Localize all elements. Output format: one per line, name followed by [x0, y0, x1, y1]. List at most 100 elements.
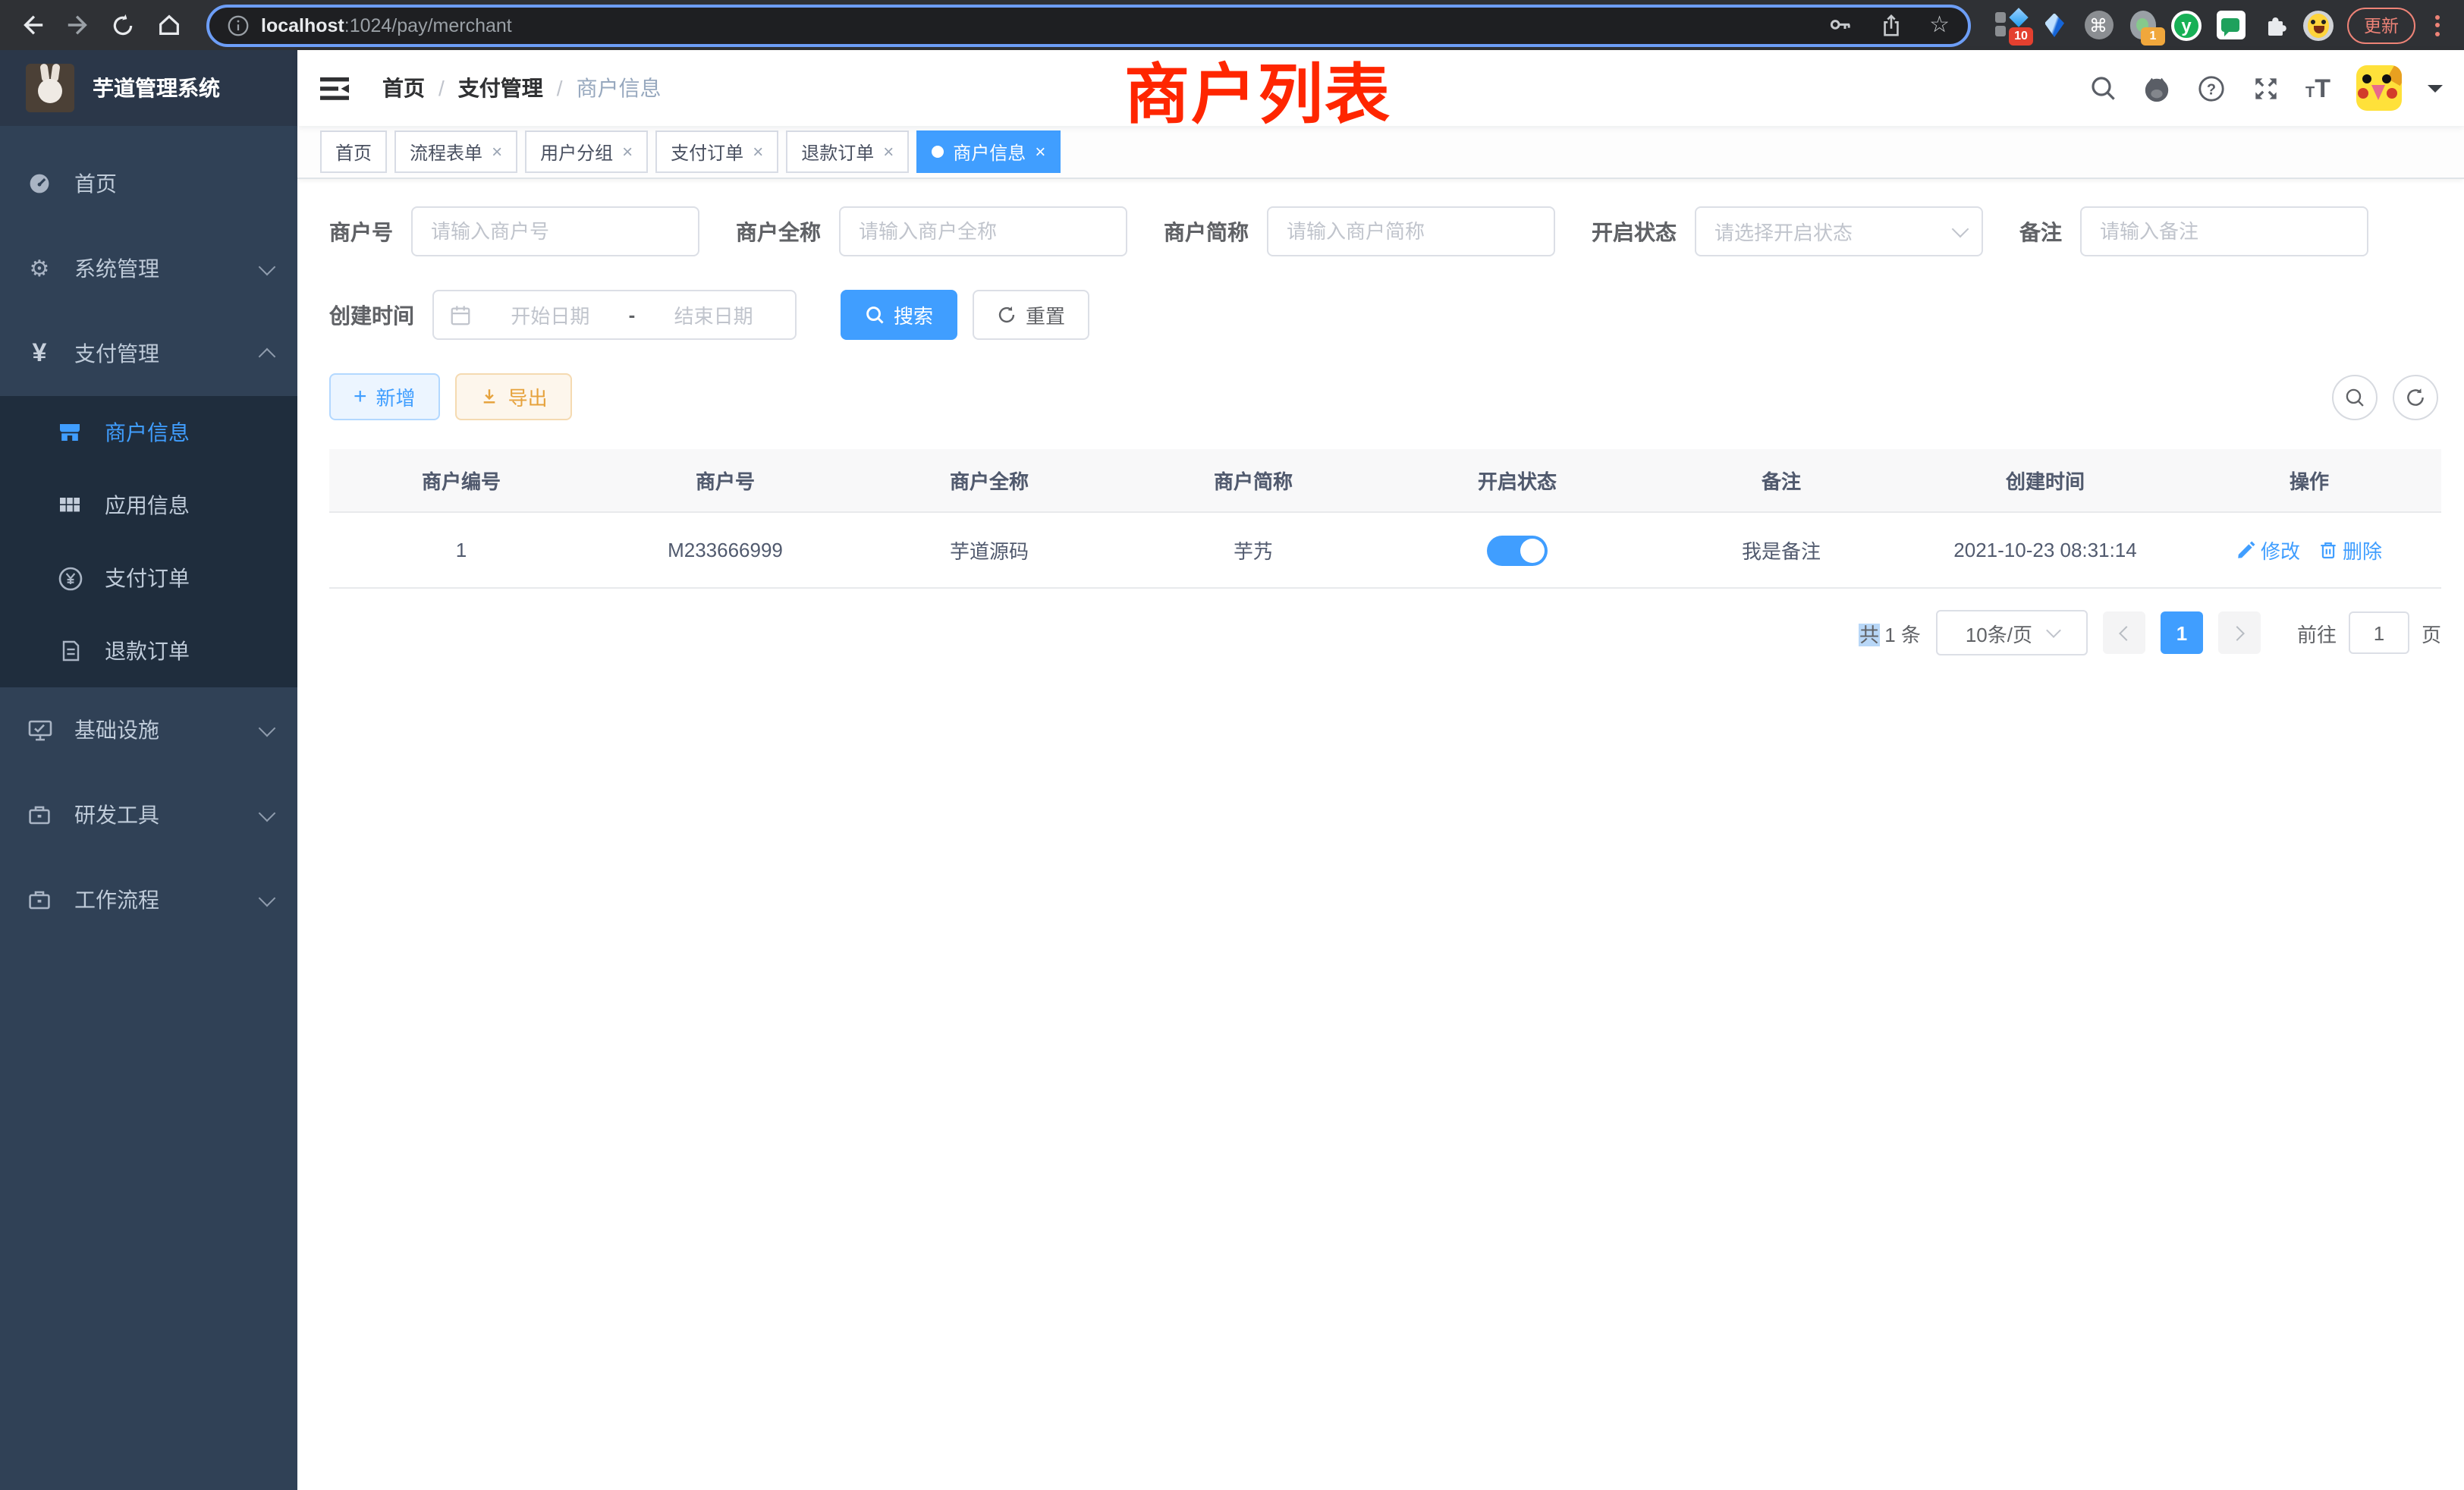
plus-icon: +	[354, 385, 367, 408]
page-content: 商户号 商户全称 商户简称 开启状态 请选择开启状态	[297, 179, 2464, 1490]
extension-command-icon[interactable]: ⌘	[2083, 10, 2114, 40]
chevron-down-icon	[259, 258, 276, 275]
page-info-icon[interactable]	[228, 14, 249, 36]
tab-user-group[interactable]: 用户分组 ×	[525, 130, 648, 173]
next-page-button[interactable]	[2218, 611, 2261, 654]
column-header: 商户简称	[1121, 466, 1385, 495]
sidebar-item-label: 工作流程	[74, 885, 240, 915]
sidebar-item-home[interactable]: 首页	[0, 141, 297, 226]
extension-recorder-icon[interactable]: 1	[2127, 10, 2158, 40]
short-name-label: 商户简称	[1164, 216, 1249, 247]
table-row: 1 M233666999 芋道源码 芋艿 我是备注 2021-10-23 08:…	[329, 513, 2441, 589]
sidebar-item-label: 基础设施	[74, 715, 240, 745]
status-toggle[interactable]	[1487, 535, 1548, 565]
tab-label: 用户分组	[540, 139, 613, 165]
page-size-select[interactable]: 10条/页	[1936, 610, 2088, 655]
sidebar-item-workflow[interactable]: 工作流程	[0, 857, 297, 942]
remark-label: 备注	[2019, 216, 2062, 247]
password-key-icon[interactable]	[1828, 13, 1852, 37]
current-page-button[interactable]: 1	[2161, 611, 2203, 654]
toggle-search-button[interactable]	[2332, 374, 2378, 420]
tab-pay-order[interactable]: 支付订单 ×	[655, 130, 778, 173]
close-icon[interactable]: ×	[1035, 143, 1045, 161]
share-icon[interactable]	[1879, 13, 1902, 37]
sidebar-item-app-info[interactable]: 应用信息	[0, 469, 297, 542]
sidebar-fold-button[interactable]	[320, 75, 349, 101]
url-bar[interactable]: localhost:1024/pay/merchant ☆	[206, 4, 1971, 46]
sidebar-item-system[interactable]: ⚙ 系统管理	[0, 226, 297, 311]
sidebar-item-infrastructure[interactable]: 基础设施	[0, 687, 297, 772]
tab-process-form[interactable]: 流程表单 ×	[394, 130, 517, 173]
monitor-icon	[26, 718, 53, 742]
close-icon[interactable]: ×	[753, 143, 763, 161]
extension-chat-icon[interactable]	[2215, 10, 2246, 40]
browser-reload-button[interactable]	[103, 5, 143, 45]
status-select[interactable]: 请选择开启状态	[1695, 206, 1983, 256]
merchant-table: 商户编号 商户号 商户全称 商户简称 开启状态 备注 创建时间 操作 1 M23…	[329, 449, 2441, 589]
end-date-placeholder[interactable]: 结束日期	[647, 300, 780, 329]
extensions-puzzle-icon[interactable]	[2259, 10, 2290, 40]
close-icon[interactable]: ×	[883, 143, 894, 161]
prev-page-button[interactable]	[2103, 611, 2145, 654]
full-name-input[interactable]	[839, 206, 1127, 256]
help-icon[interactable]: ?	[2196, 74, 2225, 102]
home-icon	[156, 12, 181, 38]
payment-submenu: 商户信息 应用信息 支付订单	[0, 396, 297, 687]
breadcrumb-home[interactable]: 首页	[382, 73, 425, 103]
tab-merchant-info[interactable]: 商户信息 ×	[916, 130, 1061, 173]
export-button[interactable]: 导出	[455, 373, 572, 420]
browser-menu-icon[interactable]	[2429, 14, 2446, 36]
extension-badge: 1	[2141, 27, 2165, 45]
sidebar-item-payment[interactable]: ¥ 支付管理	[0, 311, 297, 396]
column-header: 备注	[1649, 466, 1913, 495]
goto-page-input[interactable]	[2349, 611, 2409, 654]
merchant-no-input[interactable]	[411, 206, 699, 256]
bookmark-star-icon[interactable]: ☆	[1929, 14, 1950, 36]
sidebar-item-merchant-info[interactable]: 商户信息	[0, 396, 297, 469]
delete-link[interactable]: 删除	[2318, 536, 2382, 564]
sidebar-item-label: 研发工具	[74, 800, 240, 830]
sidebar-item-label: 系统管理	[74, 253, 240, 284]
chevron-down-icon	[259, 804, 276, 822]
font-size-icon[interactable]: TT	[2305, 75, 2330, 101]
start-date-placeholder[interactable]: 开始日期	[484, 300, 617, 329]
close-icon[interactable]: ×	[492, 143, 502, 161]
sidebar-logo[interactable]: 芋道管理系统	[0, 50, 297, 126]
active-tab-dot	[932, 146, 944, 158]
browser-update-button[interactable]: 更新	[2347, 7, 2415, 43]
header-search-icon[interactable]	[2088, 74, 2116, 102]
browser-home-button[interactable]	[149, 5, 188, 45]
create-time-range-picker[interactable]: 开始日期 - 结束日期	[432, 290, 797, 340]
storefront-icon	[56, 420, 83, 445]
github-icon[interactable]	[2142, 74, 2170, 102]
fullscreen-icon[interactable]	[2251, 74, 2280, 102]
breadcrumb-payment[interactable]: 支付管理	[458, 73, 543, 103]
sidebar-item-label: 支付管理	[74, 338, 240, 369]
cell-create-time: 2021-10-23 08:31:14	[1913, 539, 2177, 561]
avatar-dropdown-caret[interactable]	[2428, 84, 2443, 99]
user-avatar[interactable]	[2356, 65, 2402, 111]
browser-forward-button[interactable]	[58, 5, 97, 45]
search-button[interactable]: 搜索	[841, 290, 957, 340]
sidebar-item-pay-order[interactable]: 支付订单	[0, 542, 297, 615]
short-name-input[interactable]	[1267, 206, 1555, 256]
reset-button[interactable]: 重置	[973, 290, 1089, 340]
add-button[interactable]: + 新增	[329, 373, 440, 420]
close-icon[interactable]: ×	[622, 143, 633, 161]
extension-kite-icon[interactable]	[2039, 10, 2070, 40]
remark-input[interactable]	[2080, 206, 2368, 256]
url-text[interactable]: localhost:1024/pay/merchant	[261, 14, 1815, 36]
tab-home[interactable]: 首页	[320, 130, 387, 173]
extension-yuque-icon[interactable]: y	[2171, 10, 2202, 40]
browser-profile-avatar[interactable]	[2303, 10, 2334, 40]
refresh-table-button[interactable]	[2393, 374, 2438, 420]
extension-tester-icon[interactable]: 10	[1995, 10, 2026, 40]
browser-back-button[interactable]	[12, 5, 52, 45]
reload-icon	[111, 13, 135, 37]
edit-link[interactable]: 修改	[2236, 536, 2300, 564]
chevron-down-icon	[259, 719, 276, 737]
tab-refund-order[interactable]: 退款订单 ×	[786, 130, 909, 173]
sidebar-item-refund-order[interactable]: 退款订单	[0, 615, 297, 687]
breadcrumb-current: 商户信息	[577, 73, 662, 103]
sidebar-item-dev-tools[interactable]: 研发工具	[0, 772, 297, 857]
